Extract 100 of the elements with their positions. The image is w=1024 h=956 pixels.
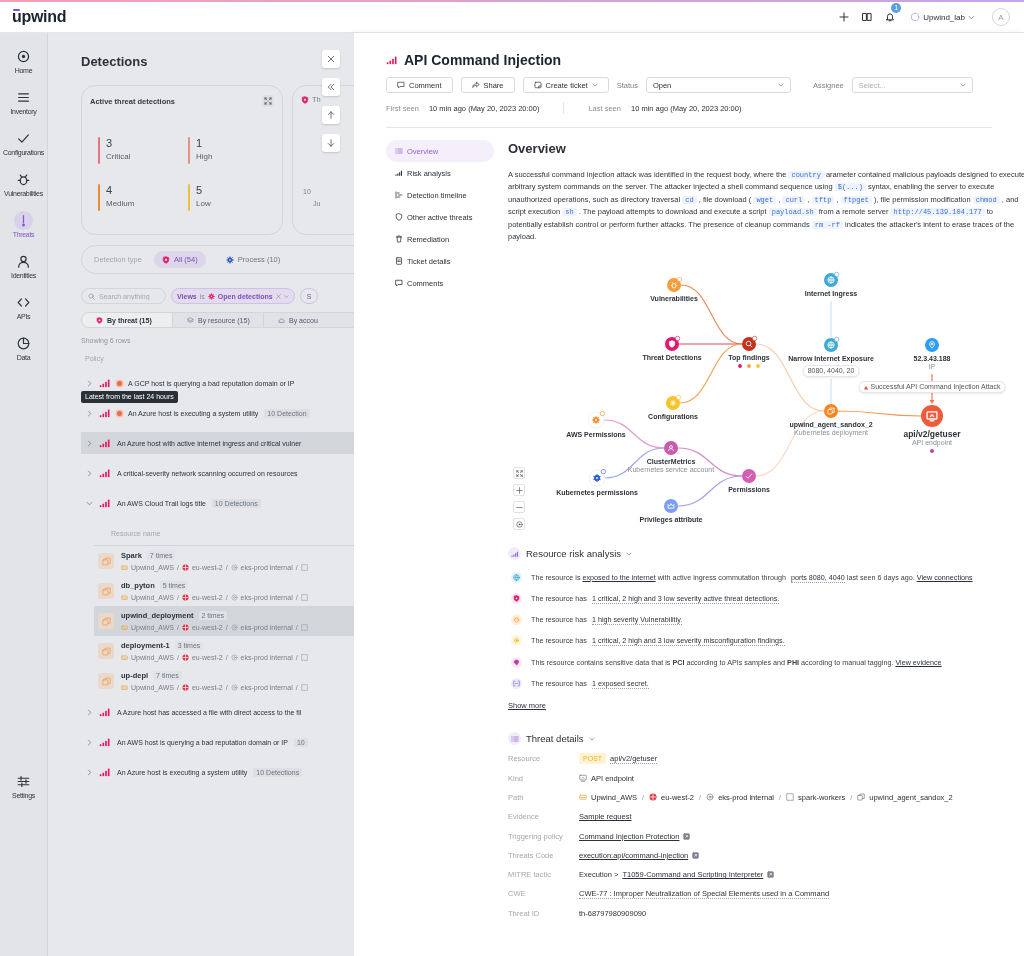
- recenter-button[interactable]: [513, 518, 525, 531]
- severity-bars-icon: [99, 706, 111, 718]
- share-icon: [471, 81, 480, 89]
- graph-node[interactable]: [824, 337, 840, 353]
- stat-value: 5: [196, 184, 204, 197]
- graph-node[interactable]: [824, 272, 840, 288]
- caret-icon: [283, 293, 289, 299]
- cluster-icon: [230, 684, 238, 691]
- close-button[interactable]: [322, 50, 340, 68]
- next-button[interactable]: [322, 134, 340, 152]
- resource-icon: [98, 673, 114, 689]
- ring-icon: [910, 12, 921, 22]
- cluster-icon: [230, 564, 238, 571]
- chevron-right-icon[interactable]: [86, 379, 93, 387]
- dashed-square-icon: [300, 684, 308, 691]
- external-link-button[interactable]: [692, 851, 700, 859]
- severity-bars-icon: [99, 766, 111, 778]
- expand-button[interactable]: [262, 95, 274, 107]
- add-button[interactable]: [837, 10, 852, 24]
- stat-value: 1: [196, 137, 204, 150]
- zoom-in-button[interactable]: [513, 484, 525, 497]
- shield-icon: [96, 316, 103, 324]
- fit-view-button[interactable]: [513, 467, 525, 480]
- page-title: Detections: [81, 54, 148, 70]
- graph-node[interactable]: [588, 469, 606, 487]
- flag-icon: [181, 624, 189, 631]
- arrow-down-icon: [327, 139, 335, 147]
- gear-icon: [511, 635, 522, 647]
- close-icon: [327, 55, 335, 63]
- chevron-right-icon[interactable]: [86, 469, 93, 477]
- graph-node[interactable]: [665, 336, 681, 352]
- code-icon: [17, 296, 30, 309]
- graph-node[interactable]: [587, 411, 605, 429]
- chevron-down-icon[interactable]: [86, 499, 93, 507]
- external-link-icon: [692, 851, 700, 859]
- shield-icon: [301, 95, 309, 104]
- cloud-box-icon: [579, 793, 587, 802]
- collapse-button[interactable]: [322, 78, 340, 96]
- pie-chart-icon: [17, 337, 30, 350]
- previous-button[interactable]: [322, 106, 340, 124]
- book-button[interactable]: [860, 10, 875, 24]
- graph-node[interactable]: [824, 404, 838, 419]
- resource-icon: [98, 643, 114, 659]
- cloud-box-icon: [121, 654, 128, 661]
- severity-bars-icon: [99, 377, 111, 389]
- gear-icon: [207, 292, 215, 300]
- severity-bars-icon: [99, 437, 111, 449]
- book-icon: [862, 12, 873, 22]
- recenter-icon: [515, 520, 523, 528]
- bug-icon: [17, 173, 30, 186]
- chevron-right-icon[interactable]: [86, 708, 93, 716]
- list-icon: [510, 734, 519, 743]
- section-header[interactable]: Threat details: [508, 732, 595, 746]
- external-link-button[interactable]: [683, 832, 691, 840]
- severity-bars-icon: [99, 467, 111, 479]
- external-link-icon: [683, 832, 691, 840]
- severity-bars-icon: [99, 736, 111, 748]
- graph-node[interactable]: [742, 336, 758, 352]
- menu-icon: [17, 91, 30, 104]
- chevron-right-icon[interactable]: [86, 409, 93, 417]
- zoom-out-button[interactable]: [513, 501, 525, 514]
- cloud-icon: [278, 316, 285, 324]
- external-link-button[interactable]: [767, 871, 775, 879]
- graph-node[interactable]: [921, 405, 943, 428]
- graph-edge: [830, 378, 832, 404]
- severity-bars-icon: [386, 54, 398, 66]
- cloud-box-icon: [121, 624, 128, 631]
- chevron-right-icon[interactable]: [86, 738, 93, 746]
- graph-node[interactable]: [925, 338, 939, 353]
- cluster-icon: [230, 594, 238, 601]
- chevron-right-icon[interactable]: [86, 768, 93, 776]
- workspace-switcher[interactable]: Upwind_lab: [910, 12, 975, 22]
- tag-dot-icon: [930, 449, 934, 454]
- severity-bars-icon: [99, 407, 111, 419]
- double-chevron-icon: [327, 83, 335, 91]
- logo: upwind: [12, 8, 67, 26]
- flag-icon: [181, 564, 189, 571]
- caret-icon: [777, 82, 784, 88]
- dashed-square-icon: [300, 564, 308, 571]
- cloud-box-icon: [121, 594, 128, 601]
- flag-icon: [181, 594, 189, 601]
- sliders-icon: [17, 775, 30, 788]
- stat-value: 4: [106, 184, 114, 197]
- target-icon: [17, 50, 30, 63]
- check-icon: [17, 132, 30, 145]
- graph-node[interactable]: [664, 499, 678, 514]
- chevron-right-icon[interactable]: [86, 439, 93, 447]
- stat-value: 3: [106, 137, 114, 150]
- graph-node[interactable]: [666, 395, 682, 411]
- cloud-box-icon: [121, 564, 128, 571]
- timeline-icon: [395, 191, 403, 199]
- resource-icon: [98, 553, 114, 569]
- graph-node[interactable]: [742, 469, 756, 484]
- section-header[interactable]: Resource risk analysis: [508, 547, 633, 561]
- globe-icon: [511, 571, 522, 583]
- stat-label: Low: [196, 199, 211, 208]
- graph-node[interactable]: [667, 277, 683, 293]
- graph-node[interactable]: [664, 441, 678, 456]
- brackets-icon: [511, 678, 522, 690]
- flag-icon: [649, 793, 658, 802]
